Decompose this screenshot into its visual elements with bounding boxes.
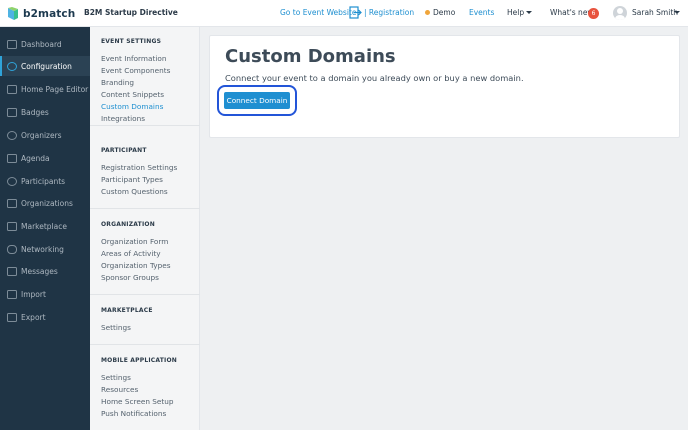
go-to-event-website-link[interactable]: Go to Event Website bbox=[280, 8, 356, 17]
sidebar-item-label: Agenda bbox=[21, 153, 50, 163]
sidebar-item-label: Organizers bbox=[21, 130, 62, 140]
event-title: B2M Startup Directive bbox=[84, 8, 178, 17]
document-icon bbox=[7, 84, 17, 94]
calendar-icon bbox=[7, 153, 17, 163]
page-title: Custom Domains bbox=[225, 46, 396, 67]
submenu-item-participant-types[interactable]: Participant Types bbox=[101, 175, 163, 184]
sidebar-item-label: Dashboard bbox=[21, 39, 62, 49]
building-icon bbox=[7, 198, 17, 208]
badge-icon bbox=[7, 107, 17, 117]
custom-domains-card: Custom Domains Connect your event to a d… bbox=[209, 35, 680, 138]
brand-logo[interactable]: b2match bbox=[7, 6, 75, 21]
user-name[interactable]: Sarah Smith bbox=[632, 8, 678, 17]
submenu-item-push-notifications[interactable]: Push Notifications bbox=[101, 409, 166, 418]
sidebar-item-label: Marketplace bbox=[21, 221, 67, 231]
import-icon bbox=[7, 289, 17, 299]
submenu-item-resources[interactable]: Resources bbox=[101, 385, 138, 394]
submenu-item-event-information[interactable]: Event Information bbox=[101, 54, 166, 63]
submenu-item-branding[interactable]: Branding bbox=[101, 78, 134, 87]
submenu-item-custom-questions[interactable]: Custom Questions bbox=[101, 187, 168, 196]
sidebar-item-label: Messages bbox=[21, 266, 58, 276]
events-link[interactable]: Events bbox=[469, 8, 494, 17]
sidebar-item-export[interactable]: Export bbox=[0, 307, 90, 327]
sidebar-item-networking[interactable]: Networking bbox=[0, 239, 90, 259]
submenu-item-organization-form[interactable]: Organization Form bbox=[101, 237, 168, 246]
dashboard-icon bbox=[7, 39, 17, 49]
sidebar: Dashboard Configuration Home Page Editor… bbox=[0, 27, 90, 430]
mobile-application-section: MOBILE APPLICATION Settings Resources Ho… bbox=[90, 346, 200, 430]
section-heading: MOBILE APPLICATION bbox=[101, 357, 178, 364]
demo-status-dot bbox=[425, 10, 430, 15]
submenu-item-marketplace-settings[interactable]: Settings bbox=[101, 323, 131, 332]
page-description: Connect your event to a domain you alrea… bbox=[225, 73, 524, 83]
chevron-down-icon bbox=[674, 11, 680, 14]
event-settings-section: EVENT SETTINGS Event Information Event C… bbox=[90, 27, 200, 126]
b2match-logo-icon bbox=[8, 6, 18, 20]
export-icon bbox=[7, 312, 17, 322]
sidebar-item-label: Participants bbox=[21, 176, 66, 186]
sidebar-item-organizations[interactable]: Organizations bbox=[0, 193, 90, 213]
settings-submenu: EVENT SETTINGS Event Information Event C… bbox=[90, 27, 200, 430]
help-menu[interactable]: Help bbox=[507, 8, 524, 17]
submenu-item-integrations[interactable]: Integrations bbox=[101, 114, 145, 123]
organization-section: ORGANIZATION Organization Form Areas of … bbox=[90, 210, 200, 295]
avatar[interactable] bbox=[613, 6, 627, 20]
sidebar-item-home-page-editor[interactable]: Home Page Editor bbox=[0, 79, 90, 99]
sidebar-item-label: Organizations bbox=[21, 198, 73, 208]
section-heading: EVENT SETTINGS bbox=[101, 38, 162, 45]
sidebar-item-label: Configuration bbox=[21, 61, 72, 71]
sidebar-item-label: Export bbox=[21, 312, 46, 322]
sidebar-item-organizers[interactable]: Organizers bbox=[0, 125, 90, 145]
wrench-icon bbox=[7, 61, 17, 71]
top-bar: b2match B2M Startup Directive Go to Even… bbox=[0, 0, 688, 27]
sidebar-item-marketplace[interactable]: Marketplace bbox=[0, 216, 90, 236]
sidebar-item-badges[interactable]: Badges bbox=[0, 102, 90, 122]
submenu-item-mobile-settings[interactable]: Settings bbox=[101, 373, 131, 382]
sidebar-item-label: Import bbox=[21, 289, 46, 299]
submenu-item-home-screen-setup[interactable]: Home Screen Setup bbox=[101, 397, 174, 406]
envelope-icon bbox=[7, 266, 17, 276]
exit-icon bbox=[349, 6, 362, 19]
registration-link[interactable]: | Registration bbox=[364, 8, 414, 17]
notification-badge: 6 bbox=[588, 8, 599, 19]
sidebar-item-agenda[interactable]: Agenda bbox=[0, 148, 90, 168]
submenu-item-content-snippets[interactable]: Content Snippets bbox=[101, 90, 164, 99]
submenu-item-event-components[interactable]: Event Components bbox=[101, 66, 170, 75]
section-heading: MARKETPLACE bbox=[101, 307, 153, 314]
sidebar-item-label: Home Page Editor bbox=[21, 84, 89, 94]
demo-label[interactable]: Demo bbox=[433, 8, 455, 17]
submenu-item-areas-of-activity[interactable]: Areas of Activity bbox=[101, 249, 161, 258]
submenu-item-sponsor-groups[interactable]: Sponsor Groups bbox=[101, 273, 159, 282]
brand-name: b2match bbox=[23, 7, 76, 20]
marketplace-section: MARKETPLACE Settings bbox=[90, 296, 200, 345]
sidebar-item-label: Networking bbox=[21, 244, 64, 254]
sidebar-item-import[interactable]: Import bbox=[0, 284, 90, 304]
sidebar-item-configuration[interactable]: Configuration bbox=[0, 56, 90, 76]
sidebar-item-messages[interactable]: Messages bbox=[0, 261, 90, 281]
handshake-icon bbox=[7, 244, 17, 254]
sidebar-item-participants[interactable]: Participants bbox=[0, 171, 90, 191]
organizers-icon bbox=[7, 130, 17, 140]
submenu-item-custom-domains[interactable]: Custom Domains bbox=[101, 102, 163, 111]
list-icon bbox=[7, 221, 17, 231]
submenu-item-registration-settings[interactable]: Registration Settings bbox=[101, 163, 177, 172]
chevron-down-icon bbox=[526, 11, 532, 14]
section-heading: ORGANIZATION bbox=[101, 221, 155, 228]
sidebar-item-label: Badges bbox=[21, 107, 49, 117]
section-heading: PARTICIPANT bbox=[101, 147, 147, 154]
sidebar-item-dashboard[interactable]: Dashboard bbox=[0, 34, 90, 54]
participant-section: PARTICIPANT Registration Settings Partic… bbox=[90, 136, 200, 209]
submenu-item-organization-types[interactable]: Organization Types bbox=[101, 261, 171, 270]
connect-domain-button[interactable]: Connect Domain bbox=[224, 92, 290, 109]
participants-icon bbox=[7, 176, 17, 186]
